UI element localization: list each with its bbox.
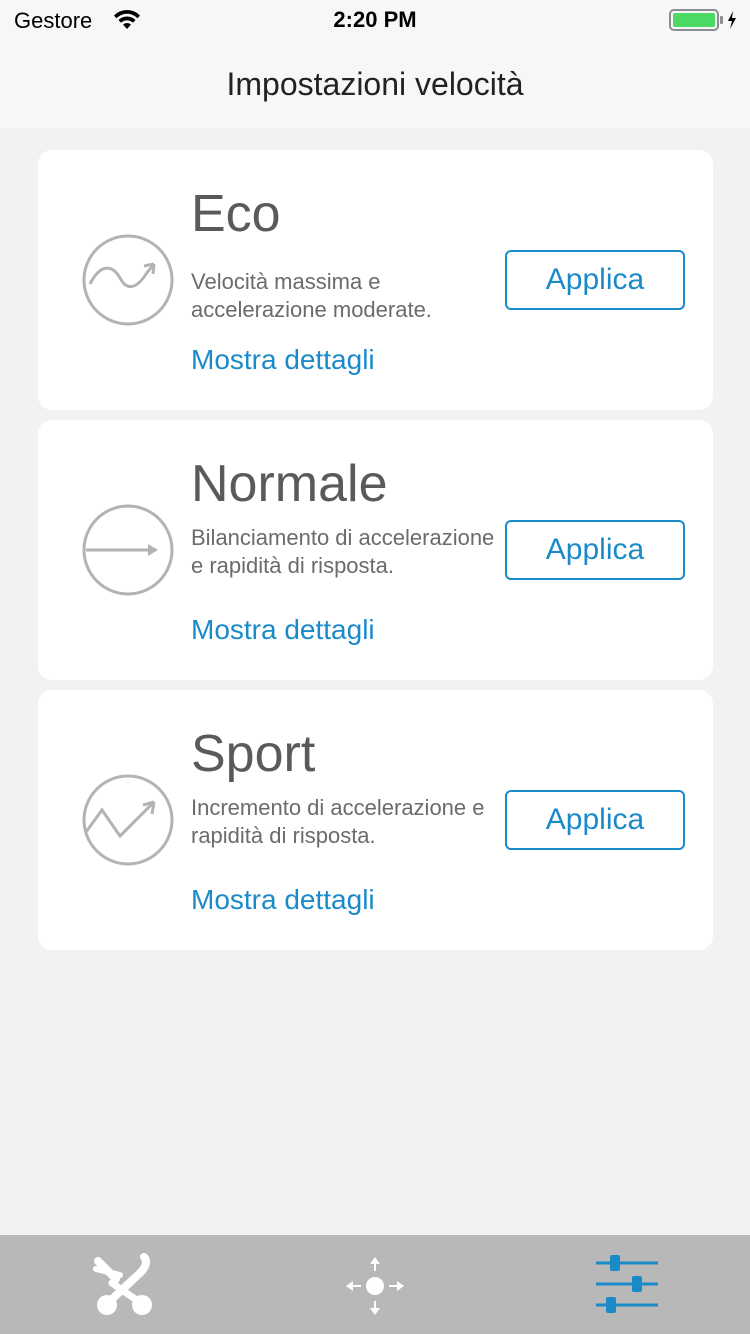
mode-title-sport: Sport bbox=[191, 725, 316, 783]
mode-description-sport: Incremento di accelerazione e rapidità d… bbox=[191, 795, 485, 848]
mode-card-normale: Normale Bilanciamento di accelerazione e… bbox=[38, 420, 713, 680]
tab-move[interactable] bbox=[250, 1235, 500, 1334]
apply-button-eco[interactable]: Applica bbox=[505, 250, 685, 310]
navigation-bar: Impostazioni velocità bbox=[0, 40, 750, 128]
battery-charging-icon bbox=[669, 9, 736, 31]
show-details-link-sport[interactable]: Mostra dettagli bbox=[191, 884, 375, 916]
mode-card-sport: Sport Incremento di accelerazione e rapi… bbox=[38, 690, 713, 950]
mode-description-eco: Velocità massima e accelerazione moderat… bbox=[191, 269, 432, 322]
sport-zigzag-arrow-icon bbox=[82, 774, 174, 866]
move-directions-icon bbox=[346, 1257, 404, 1315]
normal-straight-arrow-icon bbox=[82, 504, 174, 596]
mode-title-eco: Eco bbox=[191, 185, 281, 243]
eco-wave-curve-icon bbox=[82, 234, 174, 326]
status-bar: Gestore 2:20 PM bbox=[0, 0, 750, 40]
tab-stroller[interactable] bbox=[0, 1235, 250, 1334]
stroller-icon bbox=[93, 1253, 152, 1315]
mode-title-normale: Normale bbox=[191, 455, 388, 513]
tab-bar bbox=[0, 1235, 750, 1334]
apply-button-sport[interactable]: Applica bbox=[505, 790, 685, 850]
show-details-link-normale[interactable]: Mostra dettagli bbox=[191, 614, 375, 646]
tab-settings[interactable] bbox=[500, 1235, 750, 1334]
page-title: Impostazioni velocità bbox=[226, 66, 524, 102]
status-time: 2:20 PM bbox=[333, 7, 417, 32]
show-details-link-eco[interactable]: Mostra dettagli bbox=[191, 344, 375, 376]
mode-description-normale: Bilanciamento di accelerazione e rapidit… bbox=[191, 525, 495, 578]
mode-card-eco: Eco Velocità massima e accelerazione mod… bbox=[38, 150, 713, 410]
settings-sliders-icon bbox=[596, 1255, 658, 1313]
apply-button-normale[interactable]: Applica bbox=[505, 520, 685, 580]
